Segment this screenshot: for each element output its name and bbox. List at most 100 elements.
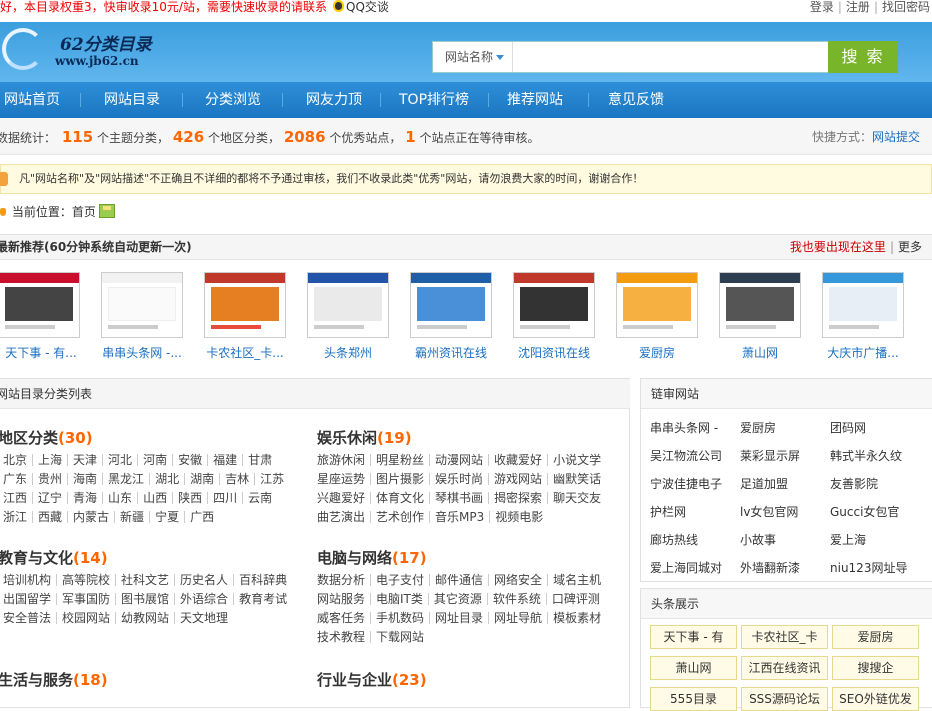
friend-link[interactable]: lv女包官网 [740,503,798,520]
category-link[interactable]: 社科文艺 [116,574,176,586]
register-link[interactable]: 注册 [846,0,870,14]
submit-site-link[interactable]: 网站提交 [872,130,920,144]
friend-link[interactable]: 友善影院 [830,475,878,492]
friend-link[interactable]: 小故事 [740,531,776,548]
category-link[interactable]: 旅游休闲 [312,454,372,466]
category-link[interactable]: 新疆 [115,511,151,523]
friend-link[interactable]: 串串头条网 - [650,419,718,436]
site-thumbnail[interactable] [307,272,389,338]
friend-link[interactable]: 宁波佳捷电子 [650,475,722,492]
category-title[interactable]: 地区分类 [0,429,58,447]
category-link[interactable]: 技术教程 [312,631,372,643]
search-input[interactable] [515,42,827,72]
appear-here-link[interactable]: 我也要出现在这里 [790,240,886,254]
nav-directory[interactable]: 网站目录 [104,82,160,118]
category-link[interactable]: 西藏 [33,511,69,523]
search-button[interactable]: 搜 索 [828,41,898,73]
headline-tag[interactable]: 爱厨房 [832,625,919,649]
breadcrumb-home[interactable]: 首页 [72,205,96,219]
category-link[interactable]: 模板素材 [548,612,606,624]
top-notice[interactable]: 好，本目录权重3，快审收录10元/站，需要快速收录的请联系 [0,0,327,15]
nav-browse[interactable]: 分类浏览 [205,82,261,118]
category-link[interactable]: 出国留学 [0,593,58,605]
headline-tag[interactable]: 萧山网 [650,656,737,680]
category-link[interactable]: 威客任务 [312,612,372,624]
category-link[interactable]: 邮件通信 [430,574,490,586]
category-link[interactable]: 广东 [0,473,34,485]
friend-link[interactable]: 韩式半永久纹 [830,447,902,464]
category-link[interactable]: 聊天交友 [548,492,606,504]
site-logo[interactable]: 62分类目录 www.jb62.cn [0,24,160,76]
category-link[interactable]: 福建 [208,454,244,466]
site-thumbnail[interactable] [719,272,801,338]
category-link[interactable]: 幽默笑话 [548,473,606,485]
thumbnail-label[interactable]: 卡农社区_卡... [195,344,295,361]
category-link[interactable]: 网址导航 [489,612,549,624]
nav-top-voted[interactable]: 网友力顶 [306,82,362,118]
category-link[interactable]: 曲艺演出 [312,511,372,523]
category-link[interactable]: 艺术创作 [371,511,431,523]
category-link[interactable]: 四川 [208,492,244,504]
category-link[interactable]: 百科辞典 [234,574,292,586]
category-title[interactable]: 生活与服务 [0,671,73,689]
bookmark-add-icon[interactable] [98,204,115,218]
friend-link[interactable]: 吴江物流公司 [650,447,722,464]
category-link[interactable]: 兴趣爱好 [312,492,372,504]
thumbnail-label[interactable]: 天下事 - 有... [0,344,91,361]
friend-link[interactable]: 廊坊热线 [650,531,698,548]
category-link[interactable]: 云南 [243,492,277,504]
friend-link[interactable]: 团码网 [830,419,866,436]
category-link[interactable]: 陕西 [173,492,209,504]
thumbnail-label[interactable]: 萧山网 [710,344,810,361]
headline-tag[interactable]: 555目录 [650,687,737,711]
thumbnail-label[interactable]: 爱厨房 [607,344,707,361]
category-link[interactable]: 甘肃 [243,454,277,466]
thumbnail-label[interactable]: 沈阳资讯在线 [504,344,604,361]
headline-tag[interactable]: SEO外链优发 [832,687,919,711]
more-link[interactable]: 更多 [898,240,922,254]
login-link[interactable]: 登录 [810,0,834,14]
category-title[interactable]: 教育与文化 [0,549,73,567]
category-link[interactable]: 揭密探索 [489,492,549,504]
friend-link[interactable]: 外墙翻新漆 [740,559,800,576]
nav-home[interactable]: 网站首页 [4,82,60,118]
category-link[interactable]: 域名主机 [548,574,606,586]
category-link[interactable]: 湖南 [185,473,221,485]
category-link[interactable]: 贵州 [33,473,69,485]
category-link[interactable]: 体育文化 [371,492,431,504]
category-link[interactable]: 收藏爱好 [489,454,549,466]
category-link[interactable]: 北京 [0,454,34,466]
category-link[interactable]: 吉林 [220,473,256,485]
category-link[interactable]: 娱乐时尚 [430,473,490,485]
site-thumbnail[interactable] [410,272,492,338]
category-link[interactable]: 电子支付 [371,574,431,586]
category-title[interactable]: 电脑与网络 [317,549,392,567]
category-link[interactable]: 历史名人 [175,574,235,586]
headline-tag[interactable]: SSS源码论坛 [741,687,828,711]
nav-recommended[interactable]: 推荐网站 [507,82,563,118]
category-link[interactable]: 军事国防 [57,593,117,605]
friend-link[interactable]: Gucci女包官 [830,503,899,520]
friend-link[interactable]: 爱厨房 [740,419,776,436]
category-link[interactable]: 培训机构 [0,574,58,586]
thumbnail-label[interactable]: 霸州资讯在线 [401,344,501,361]
category-link[interactable]: 外语综合 [175,593,235,605]
category-link[interactable]: 辽宁 [33,492,69,504]
category-link[interactable]: 电脑IT类 [371,593,429,605]
headline-tag[interactable]: 卡农社区_卡 [741,625,828,649]
category-link[interactable]: 上海 [33,454,69,466]
find-password-link[interactable]: 找回密码 [882,0,930,14]
headline-tag[interactable]: 天下事 - 有 [650,625,737,649]
friend-link[interactable]: niu123网址导 [830,559,907,576]
friend-link[interactable]: 护栏网 [650,503,686,520]
category-link[interactable]: 网站服务 [312,593,372,605]
category-link[interactable]: 手机数码 [371,612,431,624]
category-link[interactable]: 小说文学 [548,454,606,466]
category-link[interactable]: 安徽 [173,454,209,466]
qq-chat-link[interactable]: QQ交谈 [333,0,389,15]
category-link[interactable]: 图片摄影 [371,473,431,485]
category-link[interactable]: 山西 [138,492,174,504]
category-link[interactable]: 青海 [68,492,104,504]
site-thumbnail[interactable] [0,272,80,338]
category-link[interactable]: 琴棋书画 [430,492,490,504]
